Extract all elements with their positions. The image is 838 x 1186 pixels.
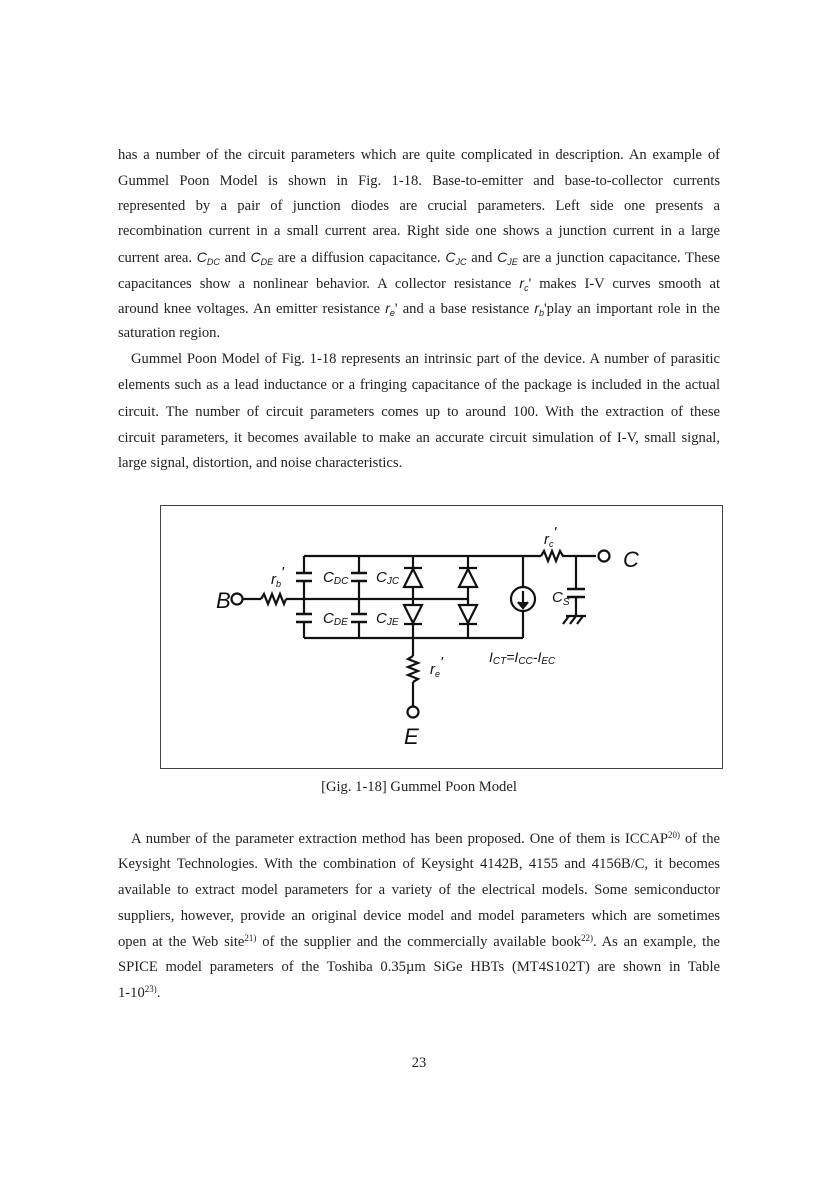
label-cjc: CJC <box>376 569 400 587</box>
text-run: are a junction capacitance. These <box>517 250 721 266</box>
rb-resistor-icon <box>260 591 288 607</box>
text-run: elements such as a lead inductance or a … <box>118 377 720 393</box>
text-line: Keysight Technologies. With the combinat… <box>118 855 720 873</box>
text-line: open at the Web site21) of the supplier … <box>118 933 720 951</box>
current-arrow-icon <box>517 591 529 610</box>
label-emitter: E <box>404 724 419 749</box>
re-resistor-icon <box>405 655 421 683</box>
text-run: ' and a base resistance <box>394 301 535 317</box>
figure-gummel-poon-circuit: B C E rb' rc' re' CDC CDE CJC CJE CS ICT… <box>160 505 723 769</box>
label-rb: rb' <box>271 564 285 589</box>
text-line: suppliers, however, provide an original … <box>118 907 720 925</box>
text-line: A number of the parameter extraction met… <box>131 830 720 848</box>
text-run: represented by a pair of junction diodes… <box>118 198 720 214</box>
reference-superscript: 20) <box>668 830 681 840</box>
text-line: SPICE model parameters of the Toshiba 0.… <box>118 958 720 976</box>
text-line: Gummel Poon Model of Fig. 1-18 represent… <box>131 350 720 368</box>
variable-subscript: JC <box>455 257 467 267</box>
base-terminal <box>230 592 244 606</box>
text-run: and <box>219 250 251 266</box>
text-run: current area. <box>118 250 197 266</box>
text-run: Gummel Poon Model of Fig. 1-18 represent… <box>131 351 720 367</box>
page-number: 23 <box>411 1055 427 1071</box>
variable-symbol: C <box>445 249 456 265</box>
text-line: recombination current in a small current… <box>118 222 720 240</box>
text-line: 1-1023). <box>118 984 720 1002</box>
text-line: current area. CDC and CDE are a diffusio… <box>118 248 720 271</box>
reference-superscript: 22) <box>580 933 593 943</box>
text-run: of the <box>680 831 720 847</box>
variable-subscript: DE <box>260 257 274 267</box>
text-run: saturation region. <box>118 325 221 341</box>
rc-resistor-icon <box>540 548 566 564</box>
math-variable: CJC <box>445 249 467 267</box>
text-run: . As an example, the <box>592 934 720 950</box>
text-line: large signal, distortion, and noise char… <box>118 454 720 472</box>
figure-caption: [Gig. 1-18] Gummel Poon Model <box>321 779 517 795</box>
text-line: Gummel Poon Model is shown in Fig. 1-18.… <box>118 172 720 190</box>
text-run: are a diffusion capacitance. <box>273 250 446 266</box>
math-variable: CJE <box>497 249 518 267</box>
text-run: circuit. The number of circuit parameter… <box>118 404 720 420</box>
variable-subscript: DC <box>206 257 220 267</box>
text-run: SPICE model parameters of the Toshiba 0.… <box>118 959 720 975</box>
reference-superscript: 23) <box>144 984 157 994</box>
math-variable: rc <box>519 275 528 293</box>
collector-terminal <box>597 549 611 563</box>
text-line: capacitances show a nonlinear behavior. … <box>118 274 720 297</box>
text-run: open at the Web site <box>118 934 245 950</box>
math-variable: CDC <box>196 249 220 267</box>
text-run: 1-10 <box>118 985 145 1001</box>
text-run: around knee voltages. An emitter resista… <box>118 301 386 317</box>
math-variable: CDE <box>250 249 274 267</box>
text-run: Gummel Poon Model is shown in Fig. 1-18.… <box>118 173 720 189</box>
cs-plates <box>567 587 585 599</box>
emitter-terminal <box>406 705 420 719</box>
text-run: recombination current in a small current… <box>118 223 720 239</box>
label-re: re' <box>430 654 444 679</box>
text-run: of the supplier and the commercially ava… <box>256 934 581 950</box>
variable-symbol: C <box>196 249 207 265</box>
text-line: represented by a pair of junction diodes… <box>118 197 720 215</box>
text-run: and <box>466 250 498 266</box>
text-run: available to extract model parameters fo… <box>118 882 720 898</box>
text-run: suppliers, however, provide an original … <box>118 908 720 924</box>
text-run: has a number of the circuit parameters w… <box>118 147 720 163</box>
text-run: capacitances show a nonlinear behavior. … <box>118 276 520 292</box>
math-variable: re <box>385 300 395 318</box>
text-run: Keysight Technologies. With the combinat… <box>118 856 720 872</box>
label-cde: CDE <box>323 610 348 628</box>
variable-subscript: JE <box>507 257 518 267</box>
text-line: circuit. The number of circuit parameter… <box>118 403 720 421</box>
text-run: 'play an important role in the <box>544 301 720 317</box>
label-collector: C <box>623 547 639 572</box>
variable-symbol: C <box>250 249 261 265</box>
ground-icon <box>562 614 586 625</box>
text-line: elements such as a lead inductance or a … <box>118 376 720 394</box>
label-cje: CJE <box>376 610 399 628</box>
label-cdc: CDC <box>323 569 349 587</box>
math-variable: rb <box>534 300 544 318</box>
text-line: around knee voltages. An emitter resista… <box>118 299 720 322</box>
text-run: A number of the parameter extraction met… <box>131 831 669 847</box>
reference-superscript: 21) <box>244 933 257 943</box>
text-run: large signal, distortion, and noise char… <box>118 455 403 471</box>
circuit-diagram: B C E rb' rc' re' CDC CDE CJC CJE CS ICT… <box>216 524 639 749</box>
label-cs: CS <box>552 589 570 608</box>
text-run: . <box>156 985 161 1001</box>
label-base: B <box>216 588 231 613</box>
variable-symbol: C <box>497 249 508 265</box>
text-run: ' makes I-V curves smooth at <box>528 276 720 292</box>
text-line: saturation region. <box>118 324 720 342</box>
diode-icons <box>402 566 479 626</box>
text-line: has a number of the circuit parameters w… <box>118 146 720 164</box>
text-run: circuit parameters, it becomes available… <box>118 430 720 446</box>
label-ict-equation: ICT=ICC-IEC <box>489 649 556 667</box>
label-rc: rc' <box>544 524 558 549</box>
text-line: circuit parameters, it becomes available… <box>118 429 720 447</box>
text-line: available to extract model parameters fo… <box>118 881 720 899</box>
